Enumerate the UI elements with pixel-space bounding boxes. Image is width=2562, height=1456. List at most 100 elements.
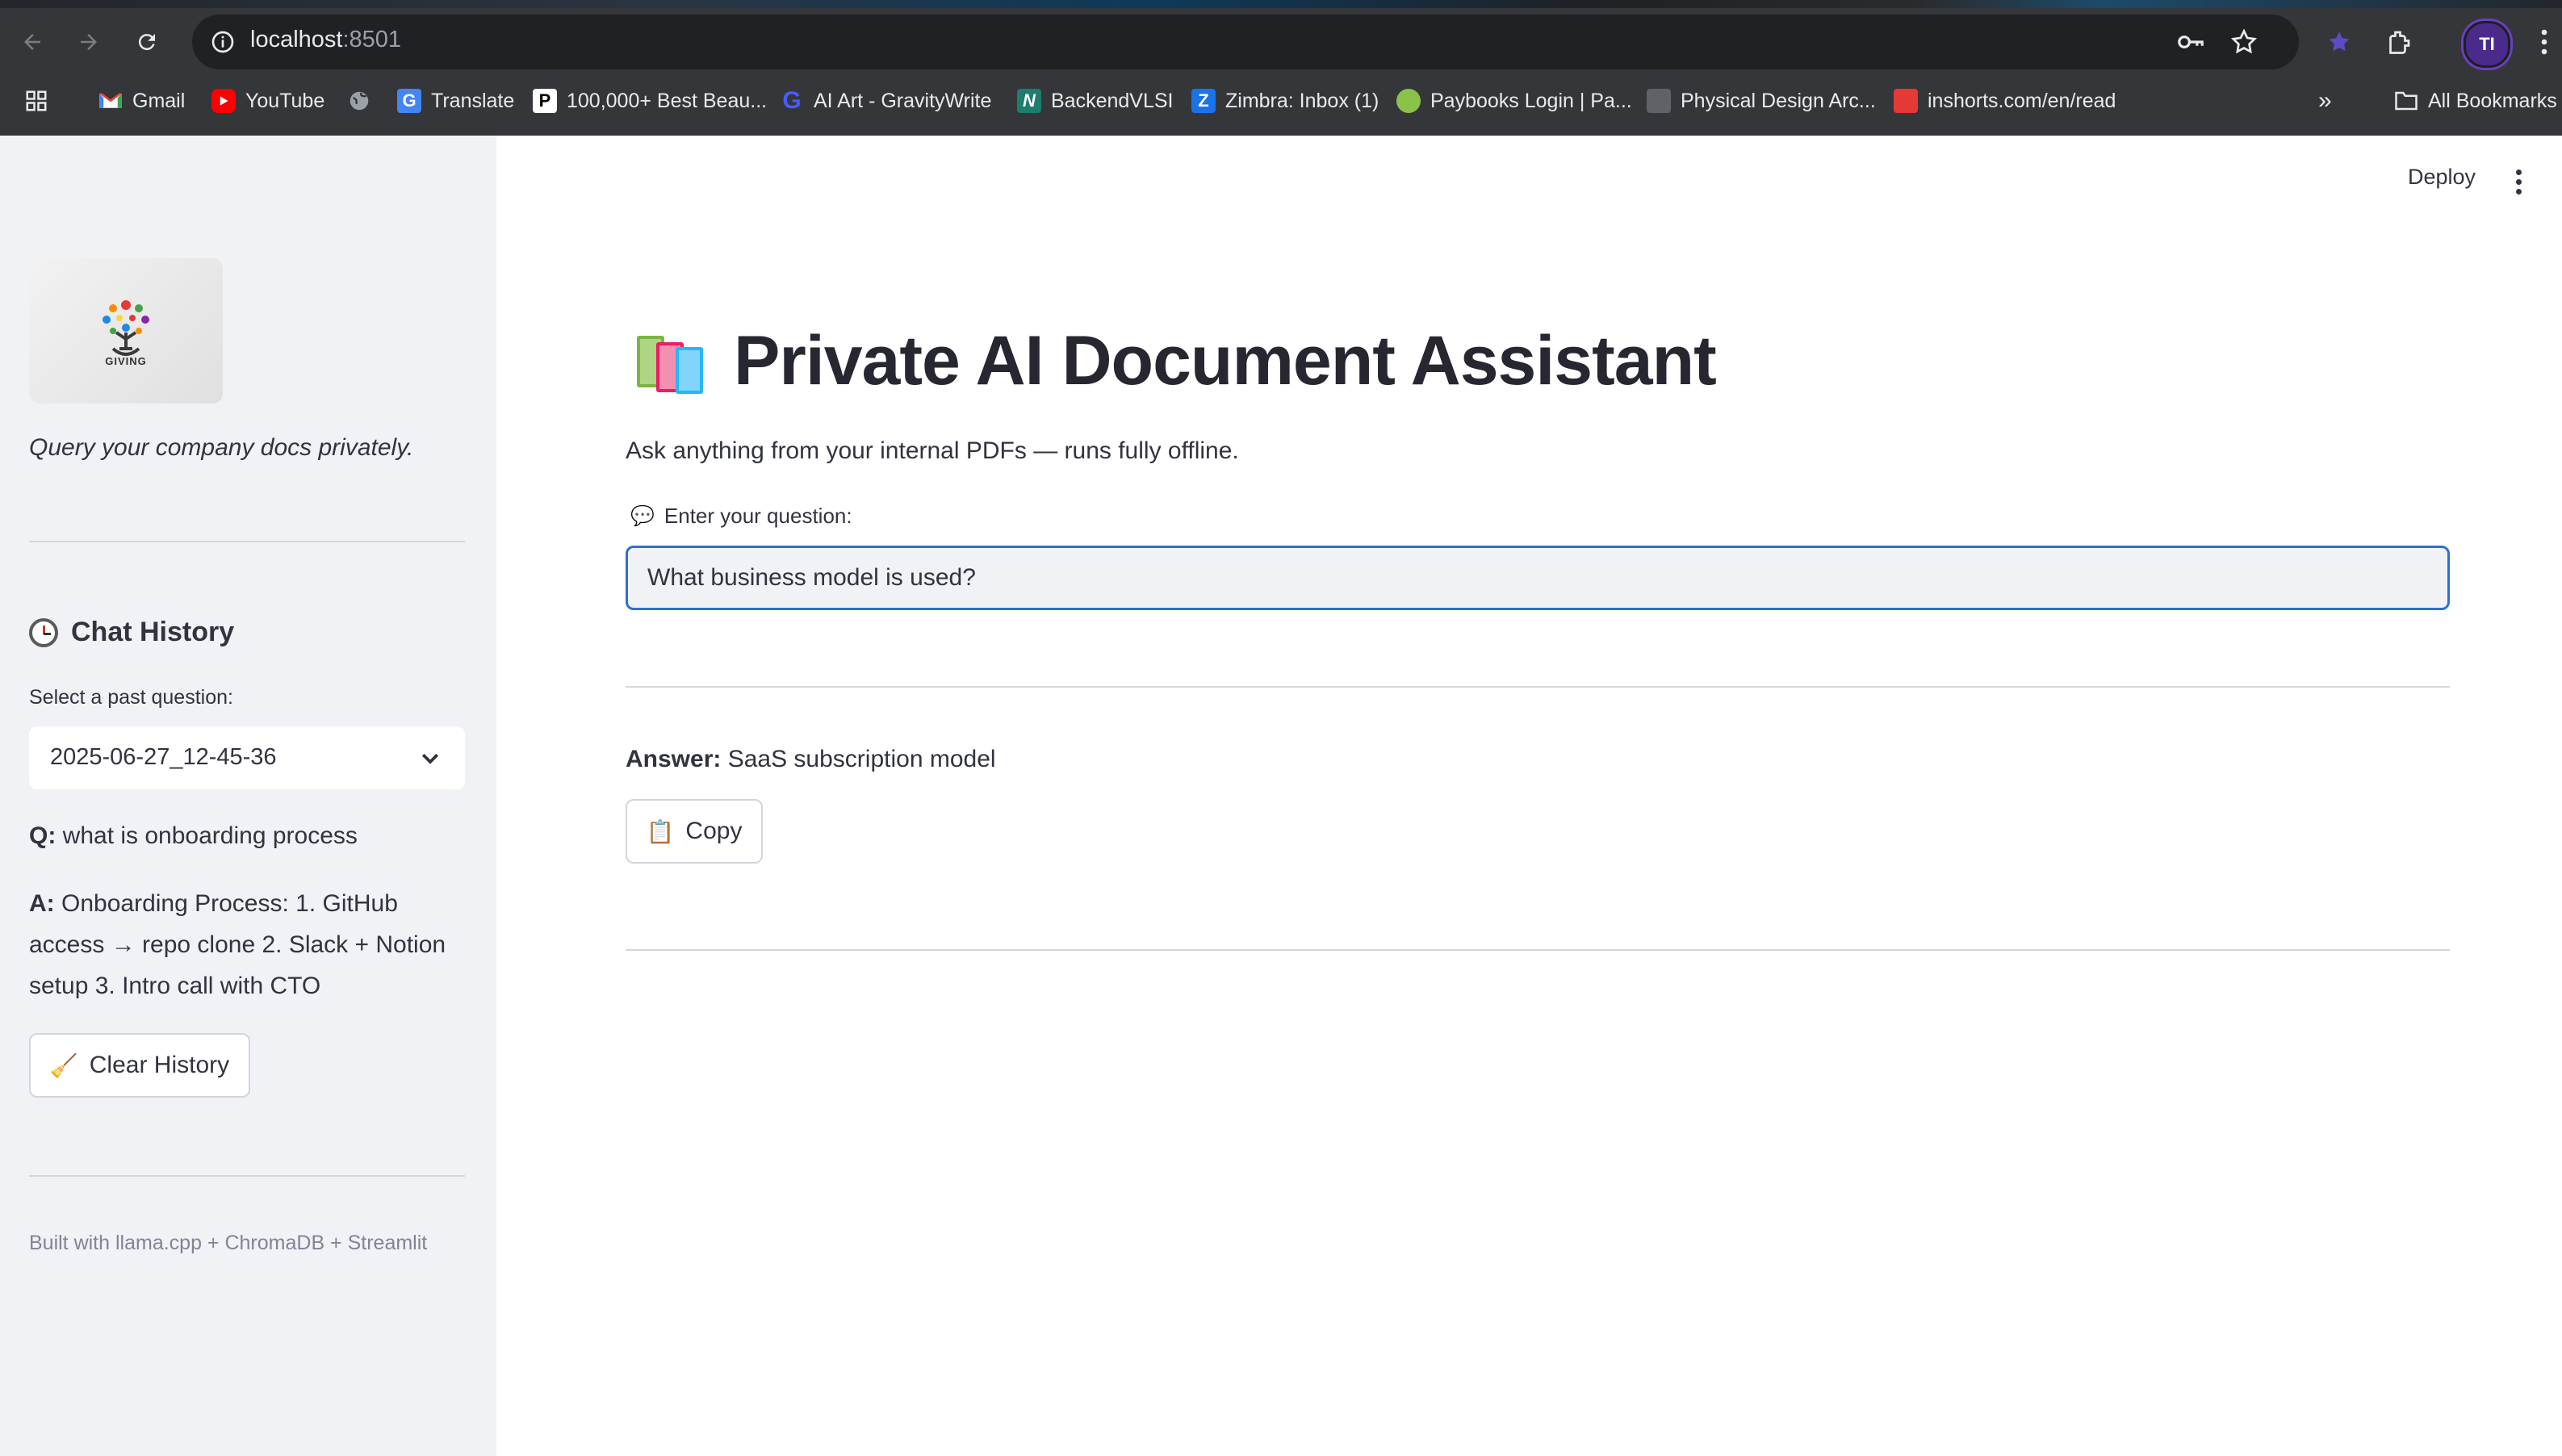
content-divider: [626, 949, 2450, 951]
bookmark-label: Zimbra: Inbox (1): [1225, 89, 1379, 112]
deploy-button[interactable]: Deploy: [2408, 165, 2476, 190]
question-input[interactable]: [626, 546, 2450, 610]
clipboard-icon: 📋: [646, 818, 675, 844]
all-bookmarks-button[interactable]: All Bookmarks: [2394, 84, 2557, 118]
reload-button[interactable]: [124, 19, 170, 65]
tab-strip: [0, 0, 2562, 8]
back-button[interactable]: [10, 19, 55, 65]
gmail-icon: [98, 89, 123, 113]
question-text: what is onboarding process: [62, 822, 358, 849]
browser-menu-icon[interactable]: [2526, 24, 2562, 60]
url-port: :8501: [342, 27, 402, 52]
all-bookmarks-label: All Bookmarks: [2428, 89, 2557, 112]
tree-logo-icon: [103, 300, 149, 356]
bookmark-translate[interactable]: G Translate: [397, 84, 514, 118]
answer-value: SaaS subscription model: [727, 746, 996, 772]
built-with-caption: Built with llama.cpp + ChromaDB + Stream…: [29, 1232, 428, 1254]
bookmark-pexels[interactable]: P 100,000+ Best Beau...: [533, 84, 767, 118]
bookmark-paybooks[interactable]: Paybooks Login | Pa...: [1396, 84, 1632, 118]
sidebar-divider: [29, 1175, 465, 1177]
clear-history-label: Clear History: [89, 1052, 230, 1078]
site-info-icon[interactable]: [207, 26, 239, 58]
content-divider: [626, 686, 2450, 688]
history-answer: A: Onboarding Process: 1. GitHub access …: [29, 883, 473, 1006]
backendvlsi-icon: N: [1017, 89, 1041, 113]
clear-history-button[interactable]: 🧹 Clear History: [29, 1033, 250, 1098]
youtube-icon: [211, 89, 236, 113]
bookmark-star-icon[interactable]: [2226, 24, 2262, 60]
copy-label: Copy: [685, 818, 743, 844]
folder-icon: [2394, 89, 2418, 113]
globe-icon: [347, 89, 371, 113]
answer-prefix: A:: [29, 890, 55, 917]
selected-value: 2025-06-27_12-45-36: [50, 744, 277, 770]
sidebar: GIVING Query your company docs privately…: [0, 136, 496, 1456]
copy-button[interactable]: 📋 Copy: [626, 799, 763, 864]
select-label: Select a past question:: [29, 686, 233, 709]
bookmark-label: BackendVLSI: [1051, 89, 1174, 112]
forward-button[interactable]: [66, 19, 111, 65]
bookmark-zimbra[interactable]: Z Zimbra: Inbox (1): [1191, 84, 1379, 118]
bookmark-globe[interactable]: [347, 84, 381, 118]
logo-text: GIVING: [105, 355, 147, 367]
arrow-left-icon: [24, 34, 40, 50]
document-icon: [1647, 89, 1671, 113]
chevron-down-icon: [421, 753, 439, 764]
question-prefix: Q:: [29, 822, 57, 849]
bookmark-label: Physical Design Arc...: [1681, 89, 1876, 112]
zimbra-icon: Z: [1191, 89, 1216, 113]
reload-icon: [138, 34, 155, 51]
arrow-right-icon: [81, 34, 97, 50]
bookmark-label: Paybooks Login | Pa...: [1430, 89, 1632, 112]
answer-label: Answer:: [626, 746, 722, 772]
app-menu-icon[interactable]: [2514, 169, 2524, 195]
browser-toolbar: localhost:8501 TI Gmail YouTube G Transl…: [0, 0, 2562, 136]
bookmark-label: Gmail: [132, 89, 186, 112]
past-question-select[interactable]: 2025-06-27_12-45-36: [29, 726, 465, 789]
history-question: Q: what is onboarding process: [29, 815, 473, 856]
bookmarks-bar: Gmail YouTube G Translate P 100,000+ Bes…: [0, 79, 2562, 123]
chat-history-title: Chat History: [71, 617, 235, 647]
profile-avatar[interactable]: TI: [2464, 21, 2510, 68]
broom-icon: 🧹: [49, 1052, 78, 1078]
clock-icon: [29, 617, 58, 647]
page-subtitle: Ask anything from your internal PDFs — r…: [626, 437, 1239, 464]
more-bookmarks-chevron-icon[interactable]: »: [2318, 84, 2332, 118]
chat-history-heading: Chat History: [29, 617, 234, 648]
company-logo: GIVING: [29, 258, 223, 404]
question-label: 💬 Enter your question:: [630, 504, 852, 529]
apps-grid-icon[interactable]: [24, 84, 48, 118]
bookmark-gmail[interactable]: Gmail: [98, 84, 185, 118]
main-content: Deploy Private AI Document Assistant Ask…: [496, 136, 2562, 1456]
sidebar-divider: [29, 541, 465, 542]
password-key-icon[interactable]: [2173, 24, 2208, 60]
speech-bubble-icon: 💬: [630, 505, 655, 527]
answer-output: Answer: SaaS subscription model: [626, 746, 996, 773]
bookmark-inshorts[interactable]: inshorts.com/en/read: [1894, 84, 2116, 118]
sidebar-tagline: Query your company docs privately.: [29, 434, 414, 461]
bookmark-gravitywrite[interactable]: G AI Art - GravityWrite: [780, 84, 991, 118]
translate-icon: G: [397, 89, 421, 113]
bookmark-label: AI Art - GravityWrite: [814, 89, 992, 112]
navigation-row: localhost:8501 TI: [0, 15, 2562, 69]
pexels-icon: P: [533, 89, 557, 113]
bookmark-label: inshorts.com/en/read: [1928, 89, 2116, 112]
bookmark-physical-design[interactable]: Physical Design Arc...: [1647, 84, 1876, 118]
bookmark-youtube[interactable]: YouTube: [211, 84, 324, 118]
bookmark-backendvlsi[interactable]: N BackendVLSI: [1017, 84, 1174, 118]
address-bar[interactable]: localhost:8501: [192, 15, 2299, 69]
answer-text: Onboarding Process: 1. GitHub access → r…: [29, 890, 446, 999]
inshorts-icon: [1894, 89, 1918, 113]
bookmark-label: YouTube: [245, 89, 325, 112]
page-title-row: Private AI Document Assistant: [634, 321, 1717, 401]
page-title: Private AI Document Assistant: [734, 322, 1717, 400]
url-host: localhost: [250, 27, 343, 52]
paybooks-icon: [1396, 89, 1421, 113]
gravitywrite-icon: G: [782, 87, 802, 114]
extensions-puzzle-icon[interactable]: [2381, 24, 2417, 60]
bookmark-label: 100,000+ Best Beau...: [567, 89, 768, 112]
bookmark-label: Translate: [431, 89, 515, 112]
extension-star-icon[interactable]: [2321, 24, 2357, 60]
question-label-text: Enter your question:: [664, 504, 852, 528]
books-icon: [637, 335, 703, 394]
